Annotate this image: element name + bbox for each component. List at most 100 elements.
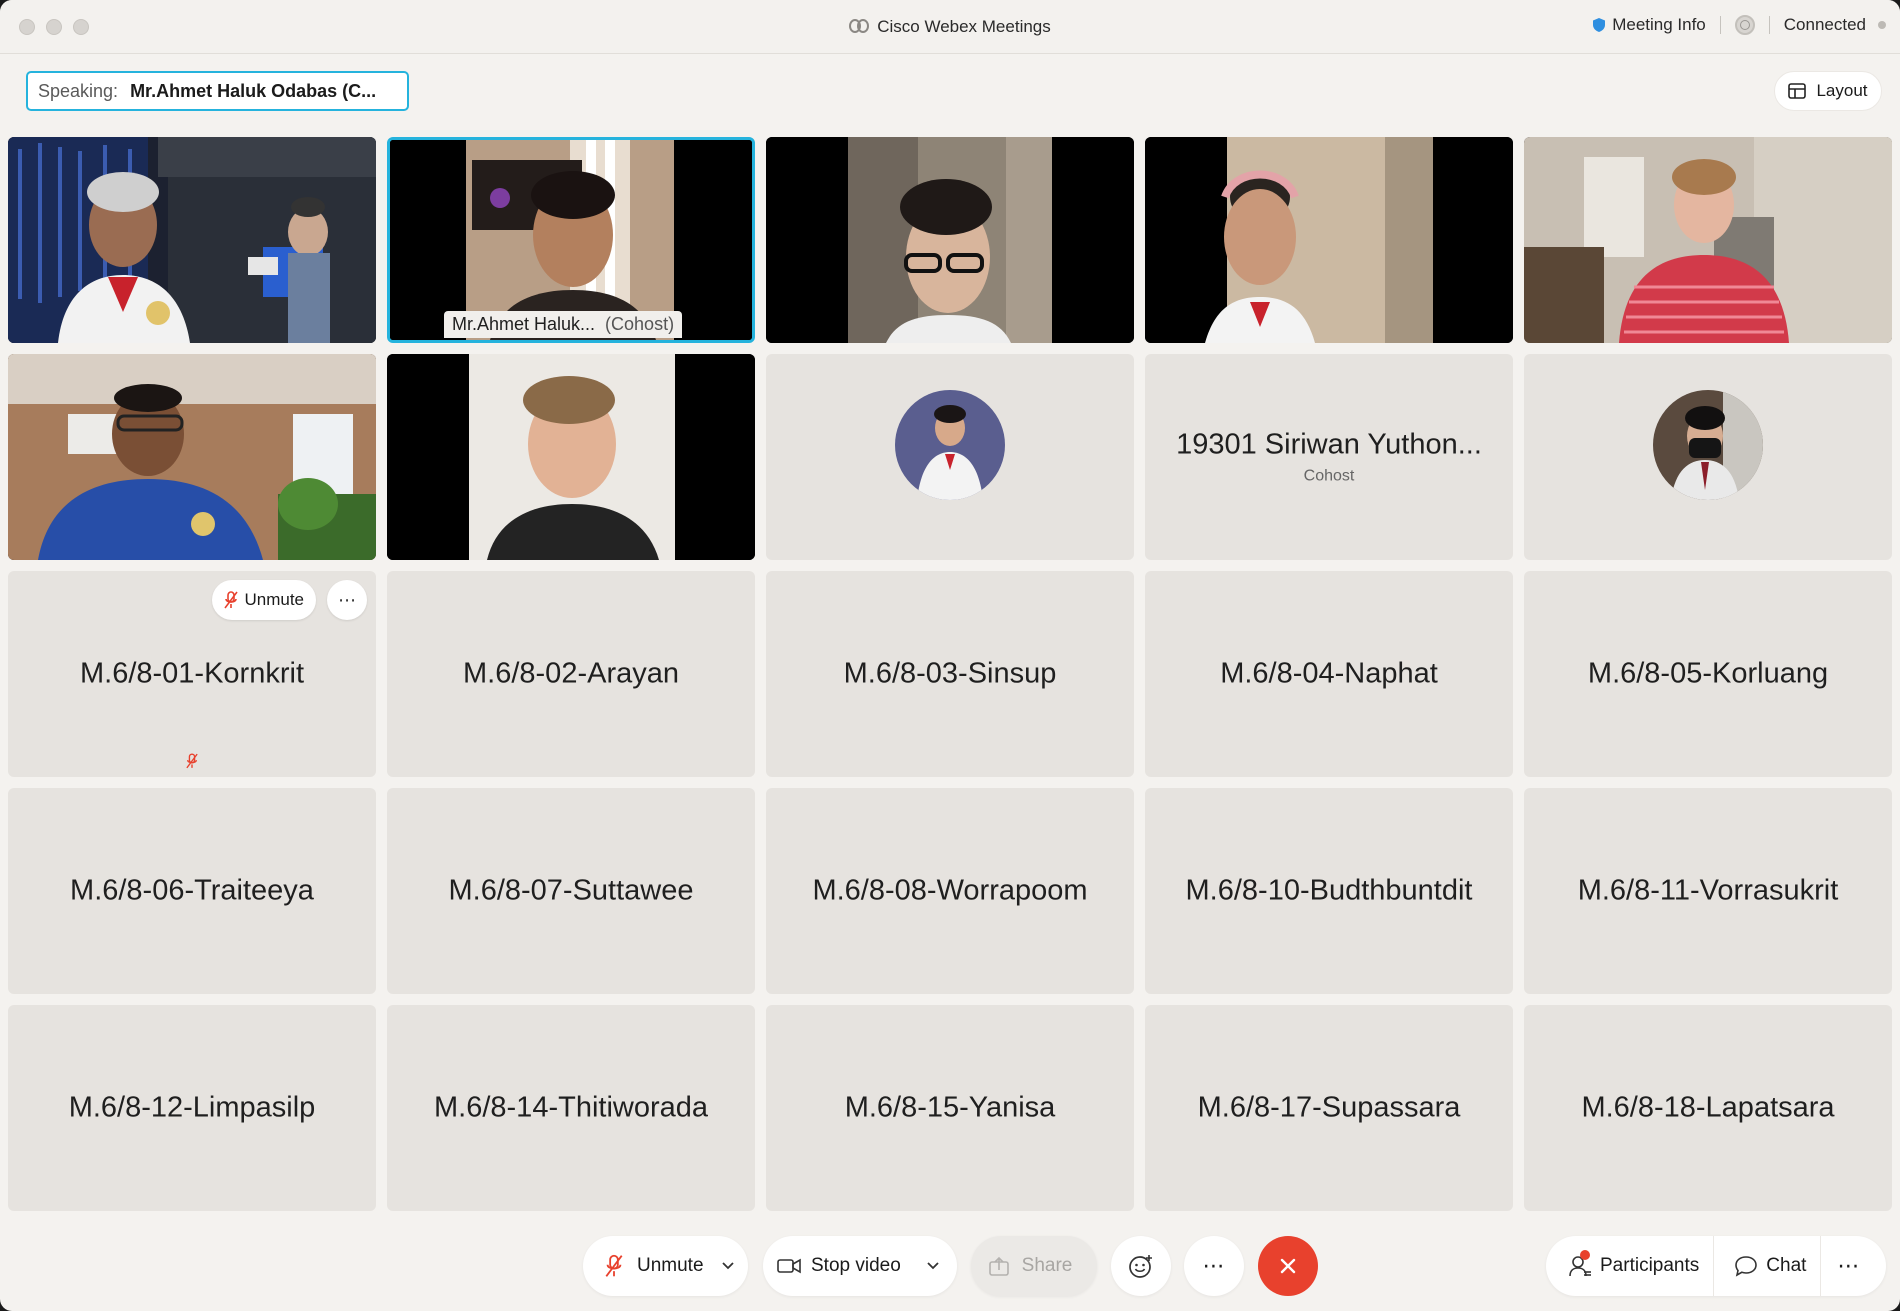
participant-video (390, 140, 752, 340)
stop-video-button[interactable]: Stop video (763, 1236, 957, 1296)
more-panels-button[interactable]: ⋯ (1821, 1236, 1873, 1296)
participant-name-block: M.6/8-04-Naphat (1145, 658, 1513, 691)
participant-name-tile[interactable]: M.6/8-14-Thitiworada (387, 1005, 755, 1211)
participant-name-tile[interactable]: M.6/8-18-Lapatsara (1524, 1005, 1892, 1211)
avatar (895, 390, 1005, 500)
participant-name-tile[interactable]: M.6/8-15-Yanisa (766, 1005, 1134, 1211)
title-bar-right: Meeting Info Connected (1592, 15, 1886, 35)
unmute-button[interactable]: Unmute (583, 1236, 748, 1296)
divider (1768, 16, 1770, 34)
participant-video (387, 354, 755, 560)
participant-name-block: M.6/8-10-Budthbuntdit (1145, 875, 1513, 908)
unmute-label: Unmute (637, 1255, 704, 1276)
participant-name-block: M.6/8-12-Limpasilp (8, 1092, 376, 1125)
participant-name-tile[interactable]: M.6/8-02-Arayan (387, 571, 755, 777)
more-icon: ⋯ (1837, 1253, 1860, 1278)
chat-label: Chat (1766, 1255, 1807, 1276)
participant-video-tile-active[interactable]: Mr.Ahmet Haluk... (Cohost) (387, 137, 755, 343)
webex-window: Cisco Webex Meetings Meeting Info Connec… (0, 0, 1900, 1311)
participant-name-tile[interactable]: M.6/8-04-Naphat (1145, 571, 1513, 777)
window-title-text: Cisco Webex Meetings (877, 17, 1051, 36)
participant-name-tile[interactable]: M.6/8-11-Vorrasukrit (1524, 788, 1892, 994)
participant-name: M.6/8-02-Arayan (463, 657, 679, 690)
participant-name-block: M.6/8-08-Worrapoom (766, 875, 1134, 908)
participant-more-button[interactable]: ⋯ (327, 580, 367, 620)
participant-name-tile[interactable]: Unmute ⋯ M.6/8-01-Kornkrit (8, 571, 376, 777)
participant-name-tile[interactable]: M.6/8-08-Worrapoom (766, 788, 1134, 994)
chat-button[interactable]: Chat (1714, 1236, 1820, 1296)
avatar (1653, 390, 1763, 500)
participants-label: Participants (1600, 1255, 1700, 1276)
participant-video-tile[interactable] (8, 137, 376, 343)
panel-buttons-group: Participants Chat ⋯ (1546, 1236, 1886, 1296)
participant-name: M.6/8-04-Naphat (1220, 657, 1438, 690)
notification-dot (1580, 1250, 1590, 1260)
stop-video-label: Stop video (811, 1255, 901, 1276)
participant-name: M.6/8-07-Suttawee (448, 874, 694, 907)
participant-name-block: M.6/8-02-Arayan (387, 658, 755, 691)
muted-mic-icon (224, 591, 239, 609)
chevron-down-icon[interactable] (927, 1262, 939, 1270)
participants-button[interactable]: Participants (1546, 1236, 1713, 1296)
participant-unmute-button[interactable]: Unmute (212, 580, 316, 620)
connection-status: Connected (1783, 15, 1866, 34)
share-button[interactable]: Share (971, 1236, 1097, 1296)
muted-mic-icon (605, 1254, 623, 1277)
participant-name-tag: Mr.Ahmet Haluk... (Cohost) (444, 311, 683, 338)
participant-name-tile[interactable]: M.6/8-07-Suttawee (387, 788, 755, 994)
participant-name-tile[interactable]: M.6/8-12-Limpasilp (8, 1005, 376, 1211)
participant-avatar-tile[interactable] (766, 354, 1134, 560)
layout-button[interactable]: Layout (1774, 71, 1882, 111)
participant-video-tile[interactable] (766, 137, 1134, 343)
participant-name-block: M.6/8-07-Suttawee (387, 875, 755, 908)
participant-name-tile[interactable]: M.6/8-10-Budthbuntdit (1145, 788, 1513, 994)
shield-icon (1593, 18, 1606, 32)
participant-video-tile[interactable] (1145, 137, 1513, 343)
participant-name: M.6/8-17-Supassara (1197, 1091, 1461, 1124)
participant-name: 19301 Siriwan Yuthon... (1176, 428, 1482, 461)
chevron-down-icon[interactable] (721, 1262, 734, 1270)
participant-video-tile[interactable] (387, 354, 755, 560)
smiley-icon (1129, 1255, 1152, 1278)
participant-name: M.6/8-01-Kornkrit (79, 657, 304, 690)
participant-name-tile[interactable]: M.6/8-17-Supassara (1145, 1005, 1513, 1211)
video-camera-icon (777, 1258, 801, 1274)
participant-name-block: M.6/8-01-Kornkrit (8, 658, 376, 691)
participant-video-tile[interactable] (1524, 137, 1892, 343)
participant-name-tile[interactable]: M.6/8-05-Korluang (1524, 571, 1892, 777)
speaking-name: Mr.Ahmet Haluk Odabas (C... (130, 80, 377, 101)
participant-name-block: M.6/8-15-Yanisa (766, 1092, 1134, 1125)
recording-status-icon[interactable] (1734, 15, 1755, 35)
muted-mic-icon (186, 753, 198, 769)
layout-label: Layout (1816, 81, 1868, 100)
title-bar: Cisco Webex Meetings Meeting Info Connec… (0, 0, 1900, 54)
participant-video-tile[interactable] (8, 354, 376, 560)
share-label: Share (1021, 1255, 1073, 1276)
participant-name-block: 19301 Siriwan Yuthon... Cohost (1145, 429, 1513, 486)
participant-avatar-tile[interactable] (1524, 354, 1892, 560)
participant-name: M.6/8-08-Worrapoom (812, 874, 1088, 907)
participant-name-block: M.6/8-11-Vorrasukrit (1524, 875, 1892, 908)
reactions-button[interactable] (1111, 1236, 1171, 1296)
participant-name-block: M.6/8-06-Traiteeya (8, 875, 376, 908)
participant-name-tile[interactable]: M.6/8-06-Traiteeya (8, 788, 376, 994)
participant-name-block: M.6/8-03-Sinsup (766, 658, 1134, 691)
close-icon (1280, 1258, 1296, 1274)
participant-name-tile[interactable]: M.6/8-03-Sinsup (766, 571, 1134, 777)
participant-video (8, 354, 376, 560)
connection-dot-icon (1878, 21, 1886, 29)
leave-meeting-button[interactable] (1258, 1236, 1318, 1296)
more-icon: ⋯ (338, 589, 356, 610)
participant-name-block: M.6/8-05-Korluang (1524, 658, 1892, 691)
participant-name: M.6/8-18-Lapatsara (1581, 1091, 1835, 1124)
more-icon: ⋯ (1202, 1253, 1226, 1278)
meeting-info-button[interactable]: Meeting Info (1592, 15, 1706, 35)
more-options-button[interactable]: ⋯ (1184, 1236, 1244, 1296)
participant-name: Mr.Ahmet Haluk... (452, 314, 596, 334)
participant-role: Cohost (1303, 467, 1355, 485)
participant-name-tile[interactable]: 19301 Siriwan Yuthon... Cohost (1145, 354, 1513, 560)
participant-name-block: M.6/8-14-Thitiworada (387, 1092, 755, 1125)
participant-video (766, 137, 1134, 343)
participant-name: M.6/8-11-Vorrasukrit (1577, 874, 1839, 907)
divider (1719, 16, 1721, 34)
